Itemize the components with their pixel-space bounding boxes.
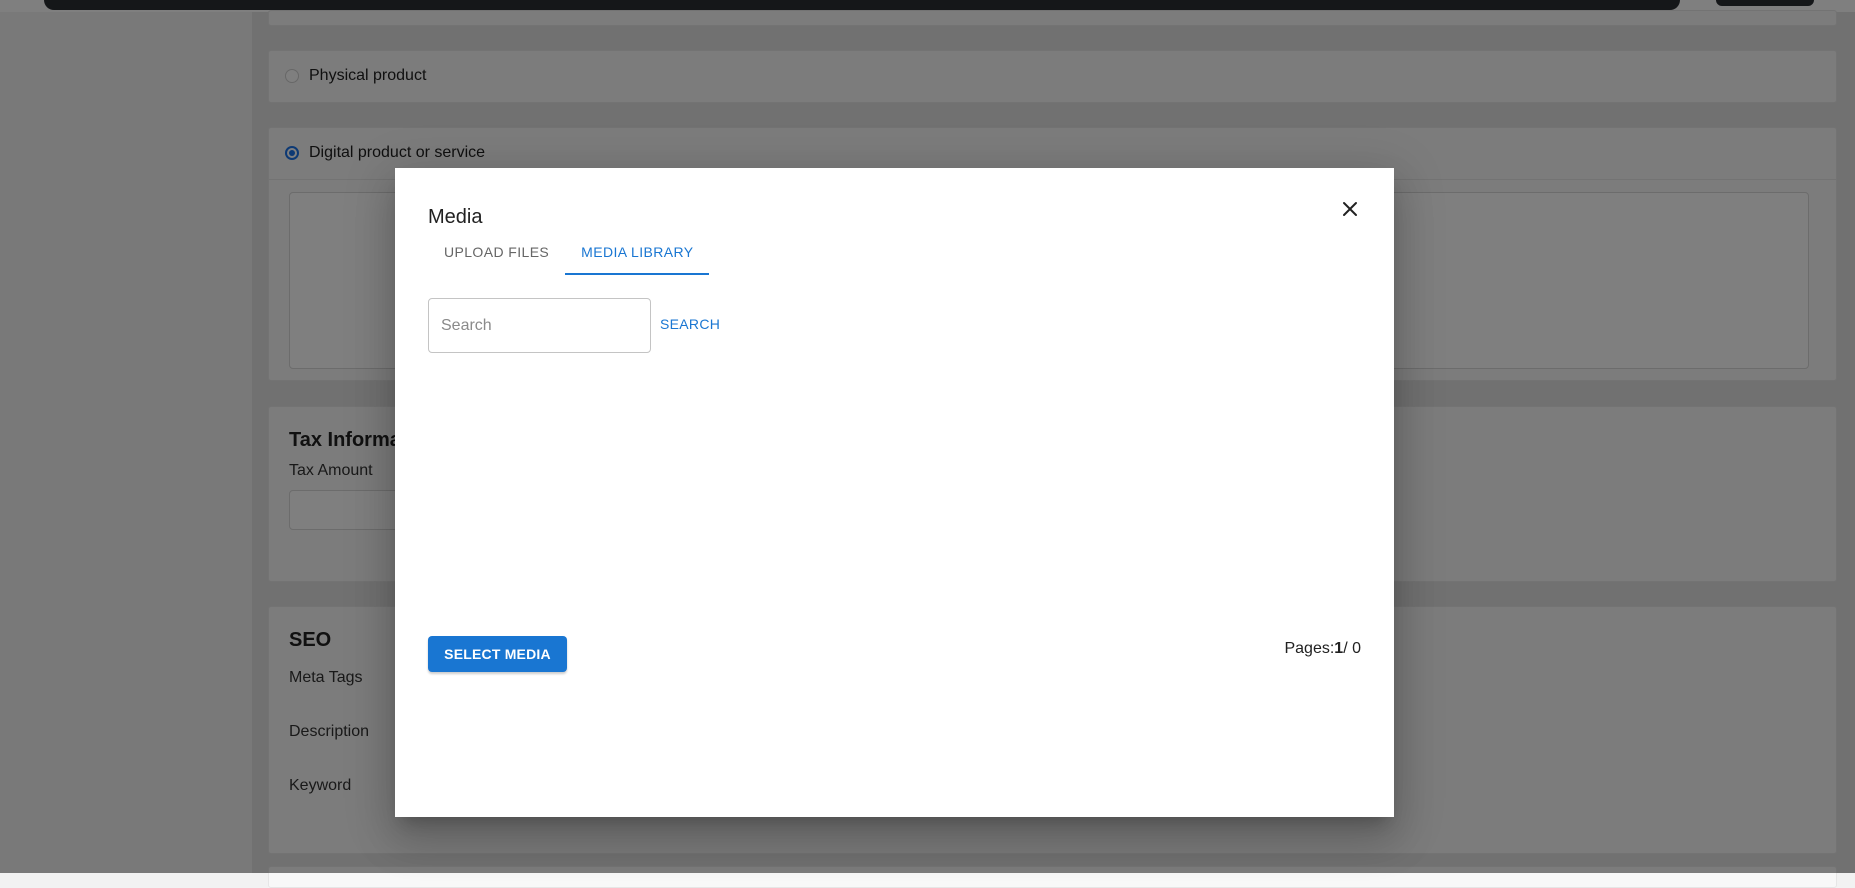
pagination-info: Pages:1/ 0 — [1284, 640, 1361, 658]
tab-media-library[interactable]: MEDIA LIBRARY — [565, 230, 710, 275]
close-icon — [1343, 202, 1357, 216]
current-page: 1 — [1334, 640, 1344, 657]
select-media-button[interactable]: SELECT MEDIA — [428, 636, 567, 672]
media-dialog: Media UPLOAD FILES MEDIA LIBRARY SEARCH … — [395, 168, 1394, 817]
close-button[interactable] — [1335, 194, 1365, 224]
media-tabs: UPLOAD FILES MEDIA LIBRARY — [428, 230, 710, 275]
tab-upload-files[interactable]: UPLOAD FILES — [428, 230, 565, 274]
search-button[interactable]: SEARCH — [660, 316, 720, 332]
tab-media-library-label: MEDIA LIBRARY — [581, 244, 694, 260]
pages-label: Pages: — [1284, 640, 1335, 657]
media-grid — [428, 368, 1361, 618]
tab-upload-files-label: UPLOAD FILES — [444, 244, 550, 260]
dialog-title: Media — [428, 206, 483, 228]
total-pages: / 0 — [1343, 640, 1361, 657]
search-input[interactable] — [428, 298, 651, 353]
